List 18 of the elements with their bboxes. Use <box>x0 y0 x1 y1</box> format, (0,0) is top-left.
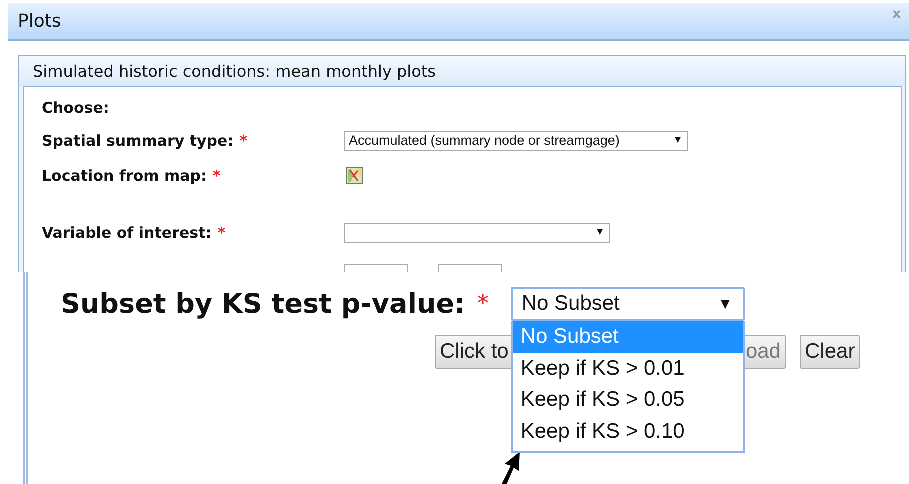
dropdown-option[interactable]: Keep if KS > 0.10 <box>512 416 743 447</box>
field-label: Spatial summary type: <box>42 132 234 150</box>
panel-title: Simulated historic conditions: mean monthly plots <box>33 62 436 80</box>
dropdown[interactable]: No Subset ▼ <box>510 287 745 321</box>
field-label: Variable of interest: <box>42 224 212 242</box>
button[interactable]: Clear <box>800 335 860 369</box>
field-label: Location from map: <box>42 166 207 184</box>
form-heading: Choose: <box>42 99 110 119</box>
dropdown[interactable]: ▼ <box>344 222 610 242</box>
required-mark: * <box>212 166 221 184</box>
dropdown[interactable]: Accumulated (summary node or streamgage) ▼ <box>344 130 688 150</box>
map-icon[interactable] <box>346 167 363 184</box>
field-label: Subset by KS test p-value: <box>61 288 466 320</box>
required-mark: * <box>218 224 226 242</box>
required-mark: * <box>240 132 248 150</box>
dropdown-option[interactable]: Keep if KS > 0.05 <box>512 384 743 416</box>
window-title: Plots <box>18 10 62 32</box>
required-mark: * <box>477 291 489 317</box>
